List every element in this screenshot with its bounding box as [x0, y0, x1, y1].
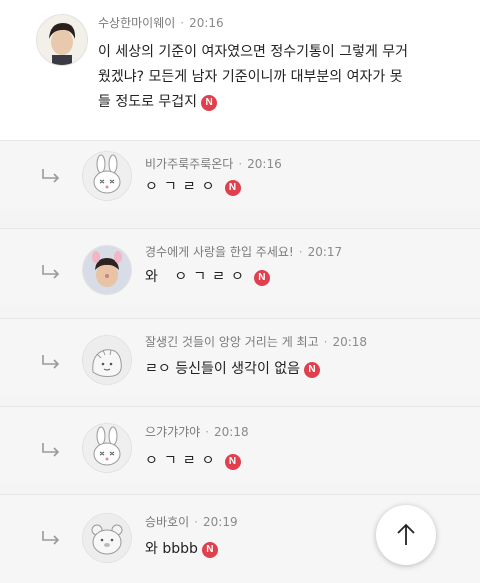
reply-arrow-icon: [42, 355, 60, 369]
reply-nickname[interactable]: 경수에게 사랑을 한입 주세요!: [145, 245, 294, 259]
new-badge: N: [304, 362, 321, 378]
comment-text: 이 세상의 기준이 여자였으면 정수기통이 그렇게 무거 웠겠냐? 모든게 남자…: [98, 40, 468, 115]
rabbit-avatar-icon: [83, 152, 131, 200]
avatar[interactable]: [82, 245, 132, 295]
reply-time: 20:18: [214, 425, 249, 439]
new-badge: N: [253, 270, 270, 286]
arrow-up-icon: [397, 523, 415, 545]
reply-arrow-icon: [42, 169, 60, 183]
reply-nickname[interactable]: 승바호이: [145, 515, 189, 529]
comment-line: 이 세상의 기준이 여자였으면 정수기통이 그렇게 무거: [98, 44, 409, 60]
reply-time: 20:16: [247, 157, 282, 171]
reply-item: 비가주룩주룩온다 · 20:16 ㅇㄱㄹㅇ N: [0, 140, 480, 209]
reply-text: 와 bbbb N: [145, 537, 218, 562]
reply-arrow-icon: [42, 265, 60, 279]
reply-text: ㄹㅇ 등신들이 생각이 없음 N: [145, 357, 321, 382]
avatar-photo: [83, 246, 131, 294]
reply-text: ㅇㄱㄹㅇ N: [145, 449, 241, 474]
reply-time: 20:17: [307, 245, 343, 259]
reply-meta: 승바호이 · 20:19: [145, 515, 238, 529]
avatar[interactable]: [36, 14, 88, 66]
reply-meta: 으갸갸갸야 · 20:18: [145, 425, 249, 439]
reply-meta: 잘생긴 것들이 앙앙 거리는 게 최고 · 20:18: [145, 335, 368, 349]
bear-avatar-icon: [83, 514, 131, 562]
new-badge: N: [201, 95, 218, 111]
comment-time: 20:16: [189, 16, 224, 30]
reply-meta: 경수에게 사랑을 한입 주세요! · 20:17: [145, 245, 343, 259]
reply-nickname[interactable]: 으갸갸갸야: [145, 425, 200, 439]
reply-time: 20:19: [203, 515, 238, 529]
comment-meta: 수상한마이웨이 · 20:16: [98, 16, 224, 30]
comment-item: 수상한마이웨이 · 20:16 이 세상의 기준이 여자였으면 정수기통이 그렇게 …: [0, 0, 480, 140]
reply-item: 으갸갸갸야 · 20:18 ㅇㄱㄹㅇ N: [0, 406, 480, 485]
avatar[interactable]: [82, 423, 132, 473]
reply-text: ㅇㄱㄹㅇ N: [145, 175, 241, 200]
new-badge: N: [224, 454, 241, 470]
reply-item: 경수에게 사랑을 한입 주세요! · 20:17 와 ㅇㄱㄹㅇ N: [0, 228, 480, 305]
comment-nickname[interactable]: 수상한마이웨이: [98, 16, 175, 30]
avatar[interactable]: [82, 335, 132, 385]
cartoon-avatar-icon: [83, 336, 131, 384]
reply-nickname[interactable]: 잘생긴 것들이 앙앙 거리는 게 최고: [145, 335, 319, 349]
reply-arrow-icon: [42, 443, 60, 457]
comment-line: 웠겠냐? 모든게 남자 기준이니까 대부분의 여자가 못: [98, 69, 403, 85]
new-badge: N: [224, 180, 241, 196]
avatar-photo: [37, 15, 87, 65]
reply-item: 잘생긴 것들이 앙앙 거리는 게 최고 · 20:18 ㄹㅇ 등신들이 생각이 없음…: [0, 318, 480, 395]
avatar[interactable]: [82, 513, 132, 563]
new-badge: N: [201, 542, 218, 558]
reply-meta: 비가주룩주룩온다 · 20:16: [145, 157, 282, 171]
rabbit-avatar-icon: [83, 424, 131, 472]
reply-nickname[interactable]: 비가주룩주룩온다: [145, 157, 233, 171]
comment-line: 들 정도로 무겁지 N: [98, 90, 468, 115]
avatar[interactable]: [82, 151, 132, 201]
reply-time: 20:18: [332, 335, 368, 349]
scroll-top-button[interactable]: [376, 505, 436, 565]
reply-text: 와 ㅇㄱㄹㅇ N: [145, 265, 270, 290]
reply-arrow-icon: [42, 531, 60, 545]
